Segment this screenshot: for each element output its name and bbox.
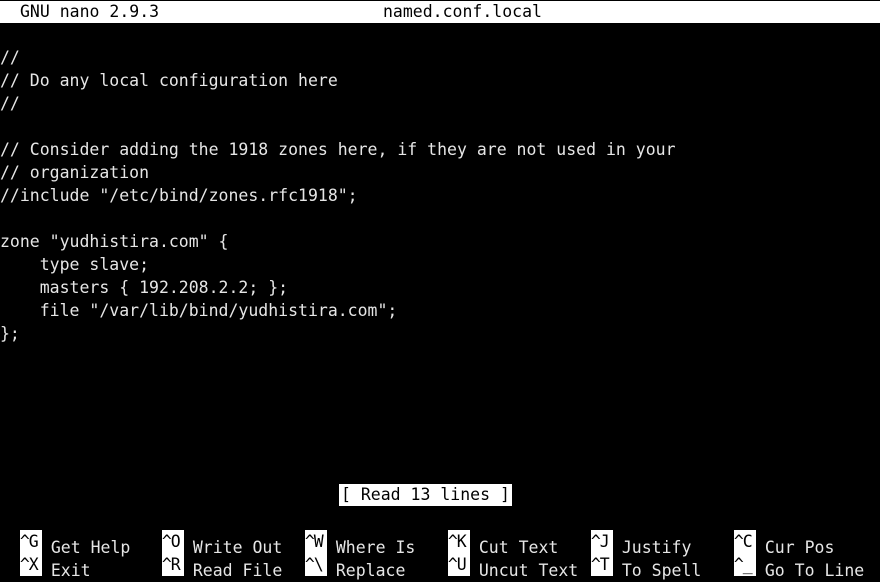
shortcut-label: Replace <box>335 561 406 580</box>
editor-line[interactable]: // <box>0 92 20 115</box>
shortcut-label: Exit <box>50 561 91 580</box>
shortcut-key: ^T <box>590 553 613 576</box>
shortcut-key: ^_ <box>733 553 756 576</box>
editor-line[interactable]: zone "yudhistira.com" { <box>0 230 228 253</box>
editor-line[interactable]: }; <box>0 322 20 345</box>
editor-line[interactable]: // Do any local configuration here <box>0 69 338 92</box>
shortcut-label: Read File <box>192 561 283 580</box>
shortcut-key: ^R <box>161 553 184 576</box>
shortcut-key: ^\ <box>304 553 327 576</box>
shortcut-cur-pos[interactable]: ^C Cur Pos <box>714 507 834 557</box>
shortcut-key: ^U <box>447 553 470 576</box>
editor-line[interactable]: masters { 192.208.2.2; }; <box>0 276 288 299</box>
shortcut-key: ^X <box>19 553 42 576</box>
shortcut-uncut-text[interactable]: ^U Uncut Text <box>428 530 578 580</box>
file-name-title: named.conf.local <box>383 2 542 21</box>
shortcut-to-spell[interactable]: ^T To Spell <box>571 530 701 580</box>
status-message: [ Read 13 lines ] <box>339 484 512 506</box>
shortcut-replace[interactable]: ^\ Replace <box>285 530 405 580</box>
editor-line[interactable]: // Consider adding the 1918 zones here, … <box>0 138 676 161</box>
shortcut-get-help[interactable]: ^G Get Help <box>0 507 130 557</box>
editor-line[interactable]: type slave; <box>0 253 149 276</box>
shortcut-cut-text[interactable]: ^K Cut Text <box>428 507 558 557</box>
editor-line[interactable]: //include "/etc/bind/zones.rfc1918"; <box>0 184 358 207</box>
shortcut-label: Go To Line <box>764 561 865 580</box>
nano-version-label: GNU nano 2.9.3 <box>20 2 160 21</box>
shortcut-exit[interactable]: ^X Exit <box>0 530 91 580</box>
text-editor-area[interactable]: // // Do any local configuration here //… <box>0 46 880 483</box>
editor-line[interactable]: // <box>0 46 20 69</box>
shortcut-label: Uncut Text <box>478 561 579 580</box>
shortcut-read-file[interactable]: ^R Read File <box>142 530 282 580</box>
editor-line[interactable]: file "/var/lib/bind/yudhistira.com"; <box>0 299 398 322</box>
nano-title-bar: GNU nano 2.9.3 named.conf.local <box>0 1 880 23</box>
shortcut-label: To Spell <box>621 561 702 580</box>
shortcut-justify[interactable]: ^J Justify <box>571 507 691 557</box>
shortcut-where-is[interactable]: ^W Where Is <box>285 507 415 557</box>
shortcut-write-out[interactable]: ^O Write Out <box>142 507 282 557</box>
editor-line[interactable]: // organization <box>0 161 149 184</box>
shortcut-go-to-line[interactable]: ^_ Go To Line <box>714 530 864 580</box>
